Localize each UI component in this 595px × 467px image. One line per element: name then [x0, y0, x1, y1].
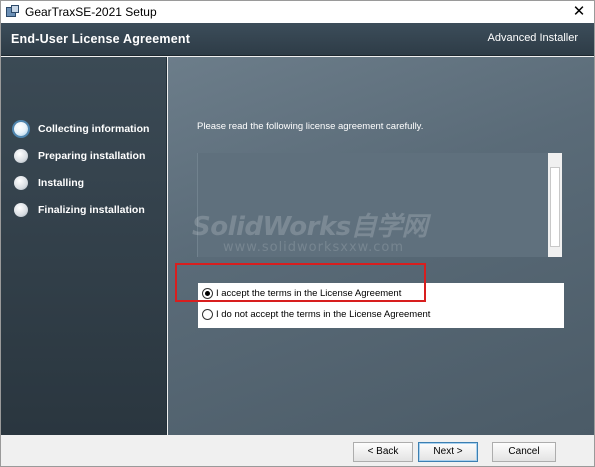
- decline-label[interactable]: I do not accept the terms in the License…: [216, 309, 430, 320]
- button-bar: < Back Next > Cancel: [1, 436, 594, 466]
- installer-app-icon: [6, 5, 20, 19]
- step-bullet-icon: [14, 176, 28, 190]
- step-bullet-icon: [14, 122, 28, 136]
- accept-label[interactable]: I accept the terms in the License Agreem…: [216, 288, 401, 299]
- license-scrollbar[interactable]: [548, 153, 562, 257]
- step-collecting-information: Collecting information: [14, 122, 149, 136]
- step-bullet-icon: [14, 149, 28, 163]
- page-header: End-User License Agreement Advanced Inst…: [1, 23, 594, 56]
- title-bar: GearTraxSE-2021 Setup ✕: [1, 1, 594, 23]
- step-installing: Installing: [14, 176, 84, 190]
- step-preparing-installation: Preparing installation: [14, 149, 145, 163]
- watermark-url: www.solidworksxxw.com: [223, 240, 404, 255]
- next-button[interactable]: Next >: [418, 442, 478, 462]
- decline-radio[interactable]: [202, 309, 213, 320]
- step-label: Collecting information: [38, 123, 150, 135]
- step-label: Installing: [38, 177, 85, 189]
- watermark-logo: SolidWorks自学网: [192, 212, 428, 242]
- scroll-thumb[interactable]: [550, 167, 560, 247]
- steps-sidebar: Collecting information Preparing install…: [1, 57, 167, 435]
- license-choice-group: I accept the terms in the License Agreem…: [198, 283, 564, 328]
- back-button[interactable]: < Back: [353, 442, 413, 462]
- close-icon[interactable]: ✕: [570, 3, 588, 21]
- page-title: End-User License Agreement: [11, 32, 191, 46]
- step-label: Finalizing installation: [38, 204, 145, 216]
- brand-label: Advanced Installer: [487, 32, 579, 44]
- setup-window: GearTraxSE-2021 Setup ✕ End-User License…: [0, 0, 595, 467]
- accept-radio[interactable]: [202, 288, 213, 299]
- instruction-text: Please read the following license agreem…: [197, 121, 424, 132]
- cancel-button[interactable]: Cancel: [492, 442, 556, 462]
- step-label: Preparing installation: [38, 150, 146, 162]
- window-title: GearTraxSE-2021 Setup: [25, 5, 157, 19]
- step-bullet-icon: [14, 203, 28, 217]
- accept-option[interactable]: I accept the terms in the License Agreem…: [202, 288, 401, 299]
- step-finalizing-installation: Finalizing installation: [14, 203, 145, 217]
- decline-option[interactable]: I do not accept the terms in the License…: [202, 309, 430, 320]
